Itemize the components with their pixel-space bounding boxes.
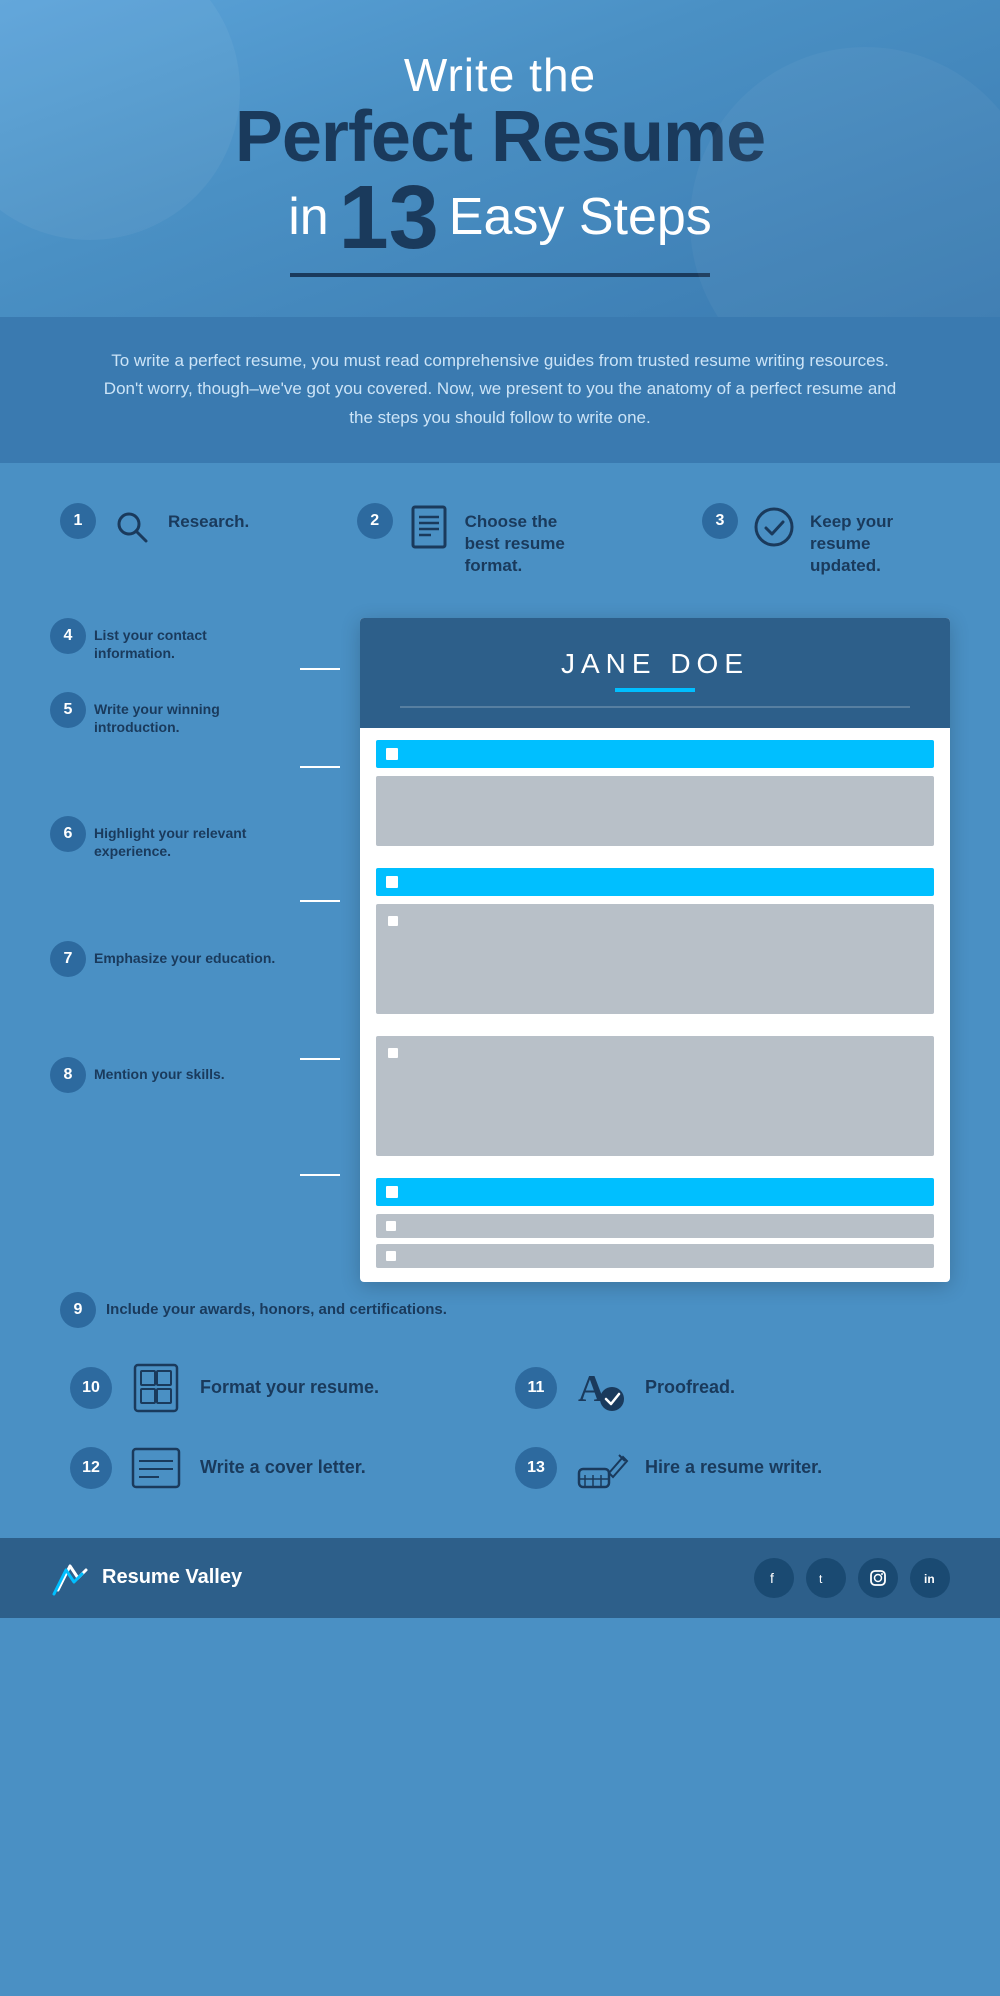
header-in: in [288,189,328,246]
top-steps-row: 1 Research. 2 Choose the [50,503,950,577]
step-12-item: 12 Write a cover letter. [70,1438,485,1498]
resume-header: JANE DOE [360,618,950,728]
step-3-item: 3 Keep your resume updated. [702,503,940,577]
resume-experience-block [376,904,934,1014]
resume-education-section [360,1030,950,1172]
step-2-num: 2 [357,503,393,539]
svg-text:t: t [819,1572,823,1586]
footer-socials[interactable]: f t in [754,1558,950,1598]
step-7-label: Emphasize your education. [94,941,275,967]
resume-experience-bar [376,868,934,896]
header-section: Write the Perfect Resume in 13 Easy Step… [0,0,1000,317]
step-11-item: 11 A Proofread. [515,1358,930,1418]
resume-name-underline [615,688,695,692]
step-13-label: Hire a resume writer. [645,1456,822,1479]
bottom-steps: 10 Format your resume. 11 A [50,1358,950,1498]
svg-text:in: in [924,1572,935,1586]
step-7-num: 7 [50,941,86,977]
step-4-num: 4 [50,618,86,654]
proofread-icon: A [571,1358,631,1418]
document-icon [405,503,453,551]
step-13-item: 13 Hire a resume writer. [515,1438,930,1498]
step-10-label: Format your resume. [200,1376,379,1399]
header-line2: Perfect Resume [80,101,920,173]
instagram-icon[interactable] [858,1558,898,1598]
step-9-row: 9 Include your awards, honors, and certi… [50,1292,950,1328]
resume-intro-bar [376,740,934,768]
step-3-label: Keep your resume updated. [810,503,940,577]
resume-skills-section [360,1172,950,1282]
logo-icon [50,1558,90,1598]
step-2-item: 2 Choose the best resume format. [357,503,595,577]
resume-intro-block [376,776,934,846]
svg-text:f: f [770,1570,774,1586]
step-1-item: 1 Research. [60,503,249,551]
footer-logo: Resume Valley [50,1558,242,1598]
resume-section: 4 List your contact information. 5 Write… [50,618,950,1282]
step-6-num: 6 [50,816,86,852]
resume-left-steps: 4 List your contact information. 5 Write… [50,618,280,1282]
twitter-icon[interactable]: t [806,1558,846,1598]
facebook-icon[interactable]: f [754,1558,794,1598]
step-2-label: Choose the best resume format. [465,503,595,577]
resume-skills-bar [376,1178,934,1206]
step-13-num: 13 [515,1447,557,1489]
resume-education-block [376,1036,934,1156]
step-6-label: Highlight your relevant experience. [94,816,280,860]
connector-area [300,618,340,1282]
step-11-num: 11 [515,1367,557,1409]
clock-check-icon [750,503,798,551]
step-1-label: Research. [168,503,249,533]
step-12-num: 12 [70,1447,112,1489]
search-icon [108,503,156,551]
step-9-label: Include your awards, honors, and certifi… [106,1292,447,1320]
resume-experience-section [360,862,950,1030]
header-underline [290,273,710,277]
cover-letter-icon [126,1438,186,1498]
intro-text: To write a perfect resume, you must read… [100,347,900,434]
step-9-num: 9 [60,1292,96,1328]
resume-intro-section [360,728,950,862]
step-5-label: Write your winning introduction. [94,692,280,736]
header-num13: 13 [339,173,439,263]
step-11-label: Proofread. [645,1376,735,1399]
step-10-num: 10 [70,1367,112,1409]
footer: Resume Valley f t in [0,1538,1000,1618]
header-line1: Write the [80,50,920,101]
step-3-num: 3 [702,503,738,539]
step-4-label: List your contact information. [94,618,280,662]
step-8-label: Mention your skills. [94,1057,225,1083]
resume-name: JANE DOE [390,648,920,680]
step-10-item: 10 Format your resume. [70,1358,485,1418]
step-5-num: 5 [50,692,86,728]
step-12-label: Write a cover letter. [200,1456,366,1479]
footer-brand-name: Resume Valley [102,1566,242,1589]
writer-icon [571,1438,631,1498]
header-line3: in 13 Easy Steps [80,173,920,263]
linkedin-icon[interactable]: in [910,1558,950,1598]
header-easy-steps: Easy Steps [449,189,712,246]
step-8-num: 8 [50,1057,86,1093]
format-icon [126,1358,186,1418]
resume-mockup: JANE DOE [360,618,950,1282]
step-1-num: 1 [60,503,96,539]
intro-box: To write a perfect resume, you must read… [0,317,1000,464]
main-content: 1 Research. 2 Choose the [0,463,1000,1537]
